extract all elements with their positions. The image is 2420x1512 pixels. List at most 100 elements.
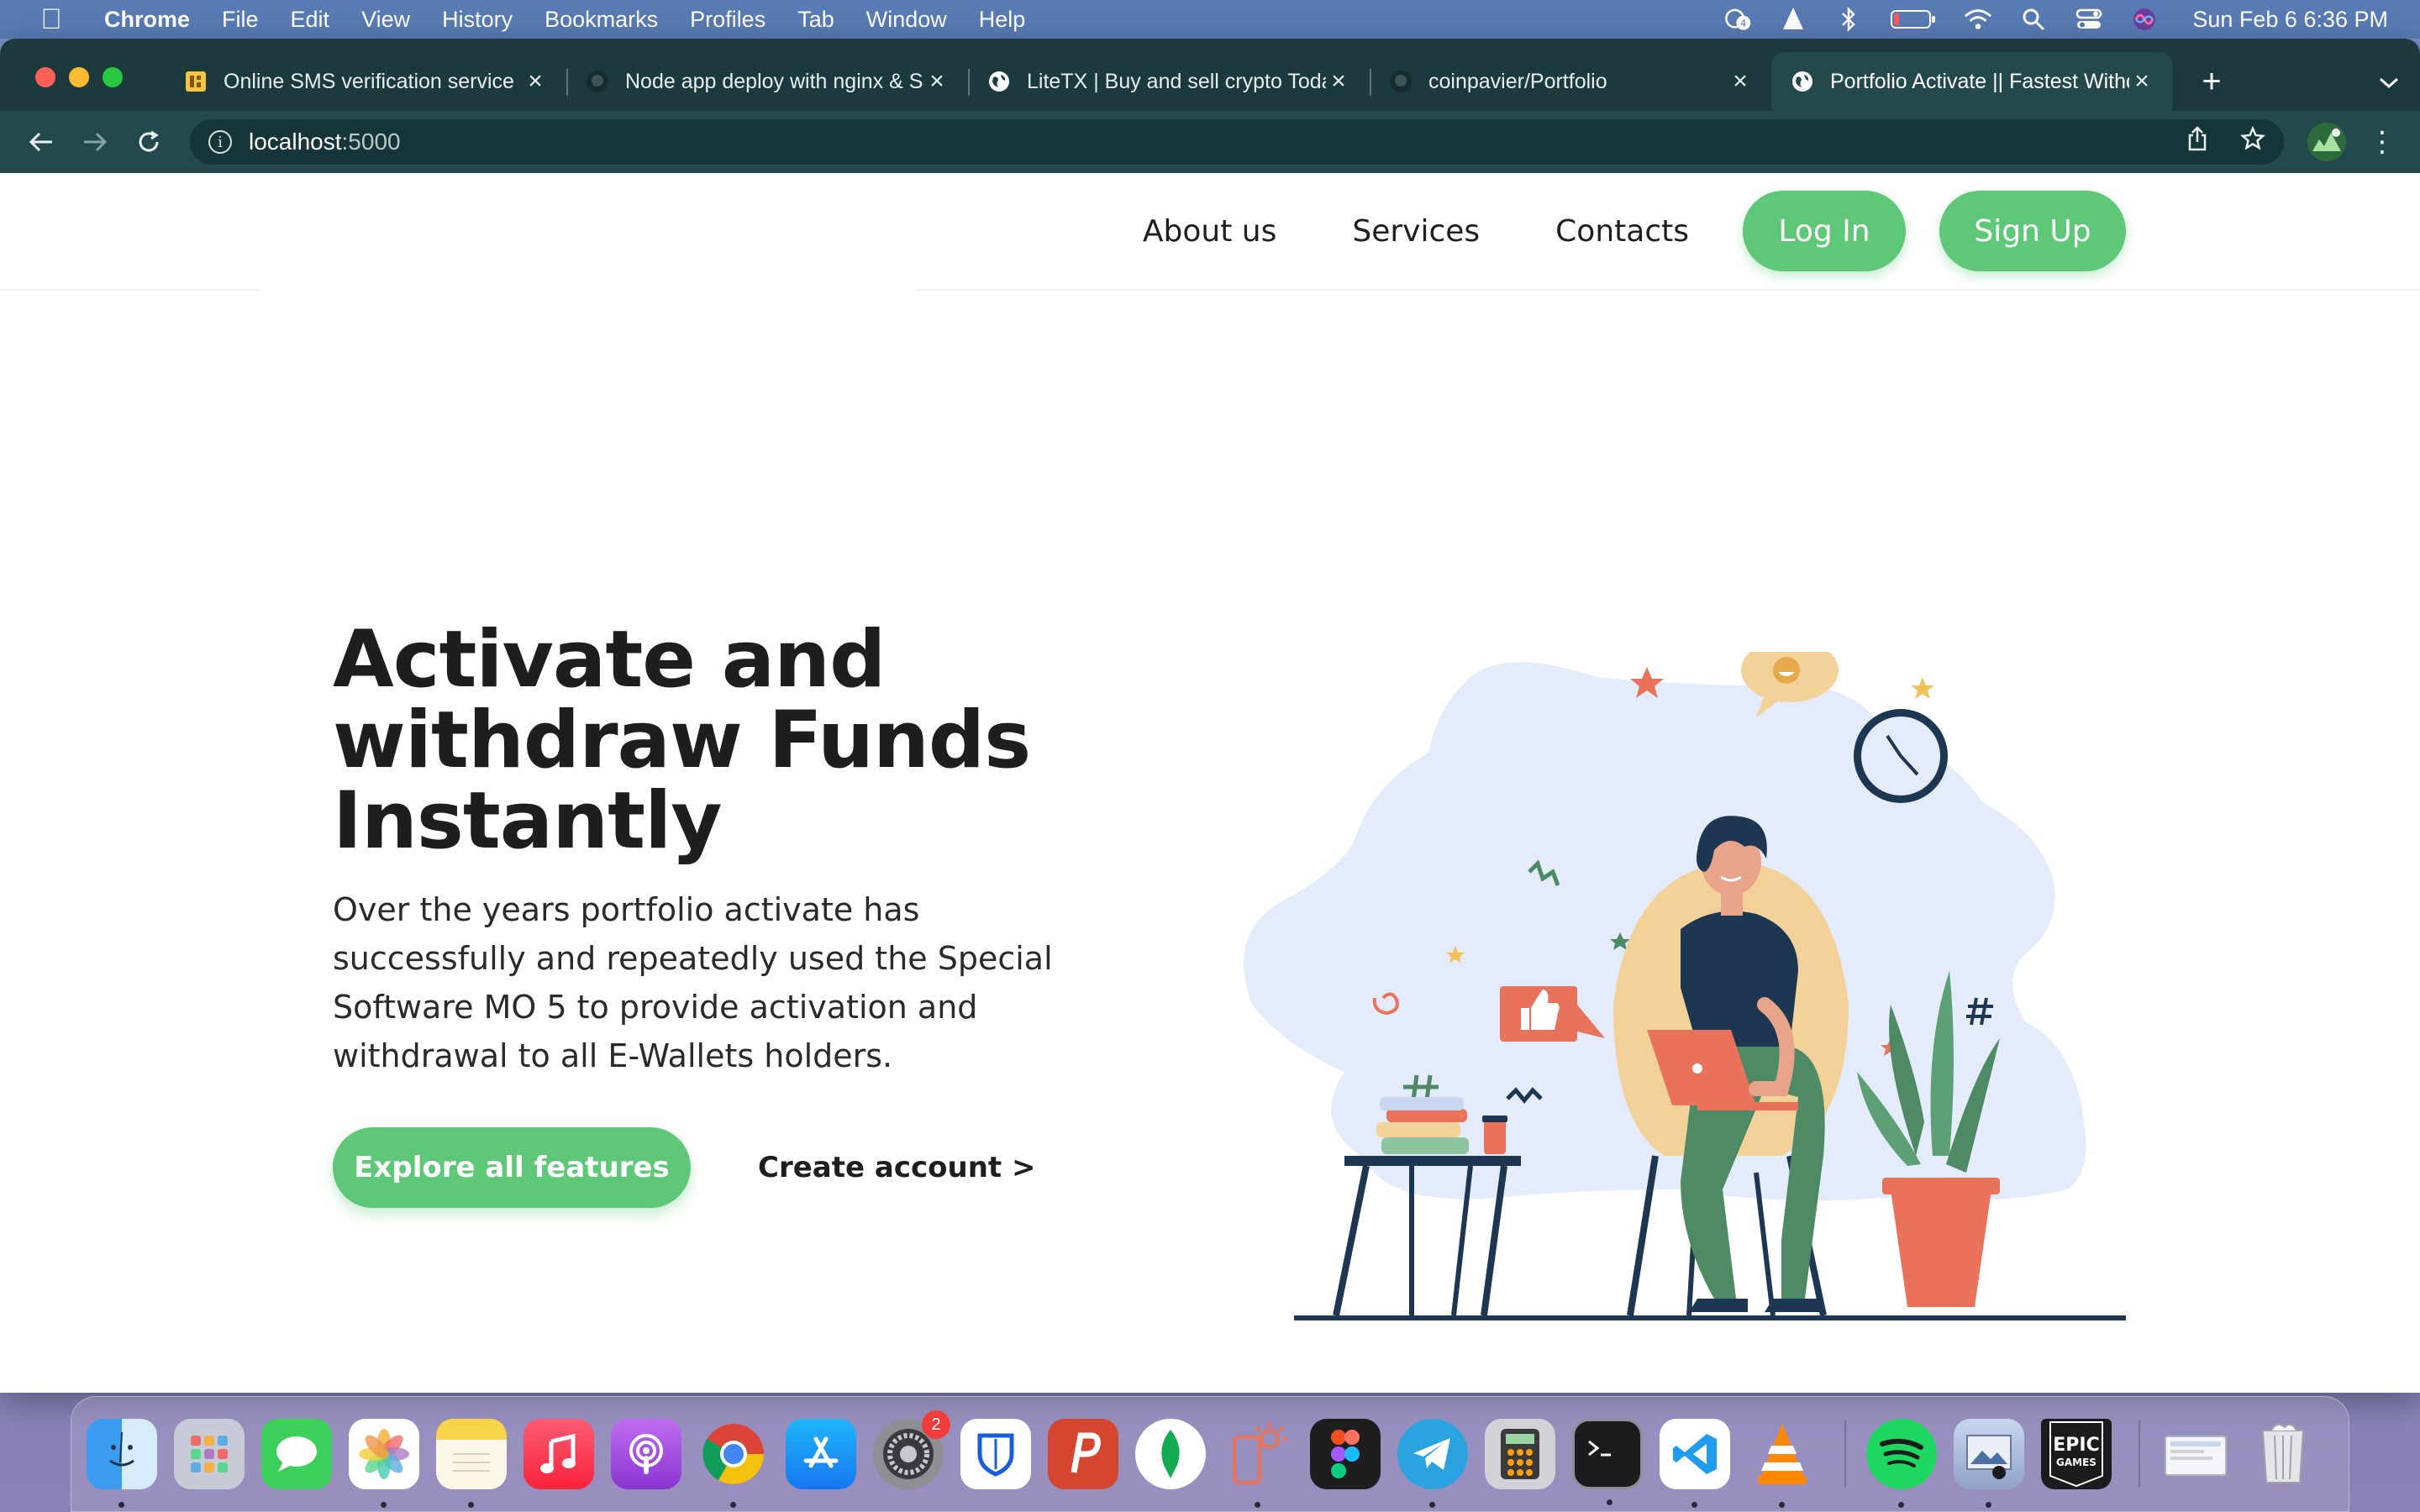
- menu-edit[interactable]: Edit: [291, 7, 330, 33]
- web-page: About us Services Contacts Log In Sign U…: [0, 173, 2420, 1393]
- hero-title-line: withdraw Funds: [333, 695, 1031, 786]
- explore-features-button[interactable]: Explore all features: [333, 1127, 691, 1208]
- tab-search-chevron-icon[interactable]: [2378, 71, 2400, 97]
- signup-button[interactable]: Sign Up: [1939, 191, 2126, 271]
- apple-menu-icon[interactable]: : [32, 3, 71, 36]
- trash-icon[interactable]: [2248, 1419, 2318, 1489]
- menu-app-name[interactable]: Chrome: [104, 7, 190, 33]
- address-bar[interactable]: i localhost:5000: [190, 119, 2284, 165]
- bluetooth-icon[interactable]: [1834, 6, 1863, 33]
- battery-icon[interactable]: [1890, 7, 1937, 32]
- mongodb-compass-icon[interactable]: [1135, 1419, 1206, 1489]
- chrome-menu-icon[interactable]: ⋮: [2368, 125, 2396, 159]
- new-tab-button[interactable]: +: [2186, 56, 2237, 107]
- notes-icon[interactable]: [436, 1419, 507, 1508]
- browser-toolbar: i localhost:5000 ⋮: [0, 111, 2420, 173]
- epic-label: EPIC: [2053, 1435, 2099, 1456]
- running-indicator: [468, 1502, 474, 1508]
- chrome-icon[interactable]: [698, 1419, 769, 1508]
- coffee-cup: [1482, 1116, 1507, 1154]
- menu-bookmarks[interactable]: Bookmarks: [544, 7, 658, 33]
- menu-tab[interactable]: Tab: [797, 7, 834, 33]
- telegram-icon[interactable]: [1397, 1419, 1468, 1508]
- podcasts-icon[interactable]: [611, 1419, 681, 1489]
- nav-link-contacts[interactable]: Contacts: [1555, 214, 1689, 249]
- login-button[interactable]: Log In: [1743, 191, 1906, 271]
- tab-portfolio-activate[interactable]: Portfolio Activate || Fastest Withdrawal…: [1771, 52, 2173, 111]
- notification-badge: 2: [922, 1410, 950, 1439]
- nav-link-services[interactable]: Services: [1352, 214, 1480, 249]
- fullscreen-window-button[interactable]: [103, 67, 123, 87]
- forward-button[interactable]: [74, 121, 116, 163]
- menu-file[interactable]: File: [222, 7, 259, 33]
- close-tab-icon[interactable]: ×: [523, 67, 548, 96]
- epic-label: GAMES: [2056, 1457, 2096, 1468]
- profile-avatar[interactable]: [2307, 123, 2346, 161]
- running-indicator: [118, 1502, 124, 1508]
- hero-title-line: Instantly: [333, 775, 723, 867]
- site-info-icon[interactable]: i: [208, 130, 232, 154]
- close-tab-icon[interactable]: ×: [924, 67, 950, 96]
- running-indicator: [1429, 1502, 1435, 1508]
- macos-dock: 2 EPIC GAMES: [71, 1396, 2349, 1512]
- finder-icon[interactable]: [87, 1419, 157, 1508]
- running-indicator: [1255, 1502, 1260, 1508]
- downloads-stack-icon[interactable]: [2160, 1419, 2231, 1489]
- postman-icon[interactable]: [1048, 1419, 1118, 1489]
- app-store-icon[interactable]: [786, 1419, 856, 1489]
- spotify-icon[interactable]: [1866, 1419, 1937, 1508]
- minimize-window-button[interactable]: [69, 67, 89, 87]
- menu-bar-status-area: 4 Sun Feb 6 6:36 PM: [1723, 7, 2388, 33]
- preview-icon[interactable]: [1954, 1419, 2024, 1508]
- back-button[interactable]: [20, 121, 62, 163]
- vlc-icon[interactable]: [1747, 1419, 1818, 1508]
- url-host: localhost: [249, 129, 342, 155]
- tab-title: Online SMS verification service: [224, 69, 514, 93]
- close-window-button[interactable]: [35, 67, 55, 87]
- close-tab-icon[interactable]: ×: [2129, 67, 2154, 96]
- epic-games-icon[interactable]: EPIC GAMES: [2041, 1419, 2112, 1489]
- menu-help[interactable]: Help: [979, 7, 1026, 33]
- notification-center-icon[interactable]: 4: [1723, 7, 1752, 32]
- chrome-window: Online SMS verification service × Node a…: [0, 39, 2420, 1393]
- simulator-icon[interactable]: [1223, 1419, 1293, 1508]
- tab-sms-verification[interactable]: Online SMS verification service ×: [165, 52, 566, 111]
- floor-line: [1294, 1315, 2126, 1320]
- dock-separator: [2139, 1420, 2140, 1488]
- terminal-icon[interactable]: [1572, 1419, 1643, 1505]
- wifi-icon[interactable]: [1964, 7, 1992, 32]
- star-icon: [1911, 677, 1934, 699]
- close-tab-icon[interactable]: ×: [1728, 67, 1753, 96]
- bookmark-star-icon[interactable]: [2239, 125, 2266, 158]
- tab-strip: Online SMS verification service × Node a…: [0, 39, 2420, 111]
- system-preferences-icon[interactable]: 2: [873, 1410, 950, 1489]
- photos-icon[interactable]: [349, 1419, 419, 1508]
- tab-litetx[interactable]: LiteTX | Buy and sell crypto Today ×: [968, 52, 1370, 111]
- siri-icon[interactable]: [2130, 7, 2159, 32]
- reload-button[interactable]: [128, 121, 170, 163]
- figma-icon[interactable]: [1310, 1419, 1381, 1489]
- tab-title: Portfolio Activate || Fastest Withdrawal: [1830, 69, 2129, 93]
- menu-bar-clock[interactable]: Sun Feb 6 6:36 PM: [2192, 7, 2388, 33]
- control-center-icon[interactable]: [2075, 7, 2103, 32]
- messages-icon[interactable]: [261, 1419, 332, 1489]
- close-tab-icon[interactable]: ×: [1326, 67, 1351, 96]
- tab-node-deploy[interactable]: Node app deploy with nginx & SSL ×: [566, 52, 968, 111]
- spotlight-search-icon[interactable]: [2019, 7, 2048, 32]
- calculator-icon[interactable]: [1485, 1419, 1555, 1489]
- music-icon[interactable]: [523, 1419, 594, 1489]
- tab-github-portfolio[interactable]: coinpavier/Portfolio ×: [1370, 52, 1771, 111]
- sms-service-icon: [183, 69, 208, 94]
- bitwarden-icon[interactable]: [960, 1419, 1031, 1489]
- menu-history[interactable]: History: [442, 7, 513, 33]
- github-icon: [585, 69, 610, 94]
- vlc-status-icon[interactable]: [1779, 7, 1807, 32]
- launchpad-icon[interactable]: [174, 1419, 245, 1489]
- nav-link-about[interactable]: About us: [1143, 214, 1276, 249]
- menu-view[interactable]: View: [361, 7, 410, 33]
- menu-window[interactable]: Window: [866, 7, 947, 33]
- menu-profiles[interactable]: Profiles: [690, 7, 765, 33]
- share-icon[interactable]: [2186, 125, 2208, 159]
- create-account-link[interactable]: Create account >: [758, 1127, 1035, 1208]
- vscode-icon[interactable]: [1660, 1419, 1730, 1508]
